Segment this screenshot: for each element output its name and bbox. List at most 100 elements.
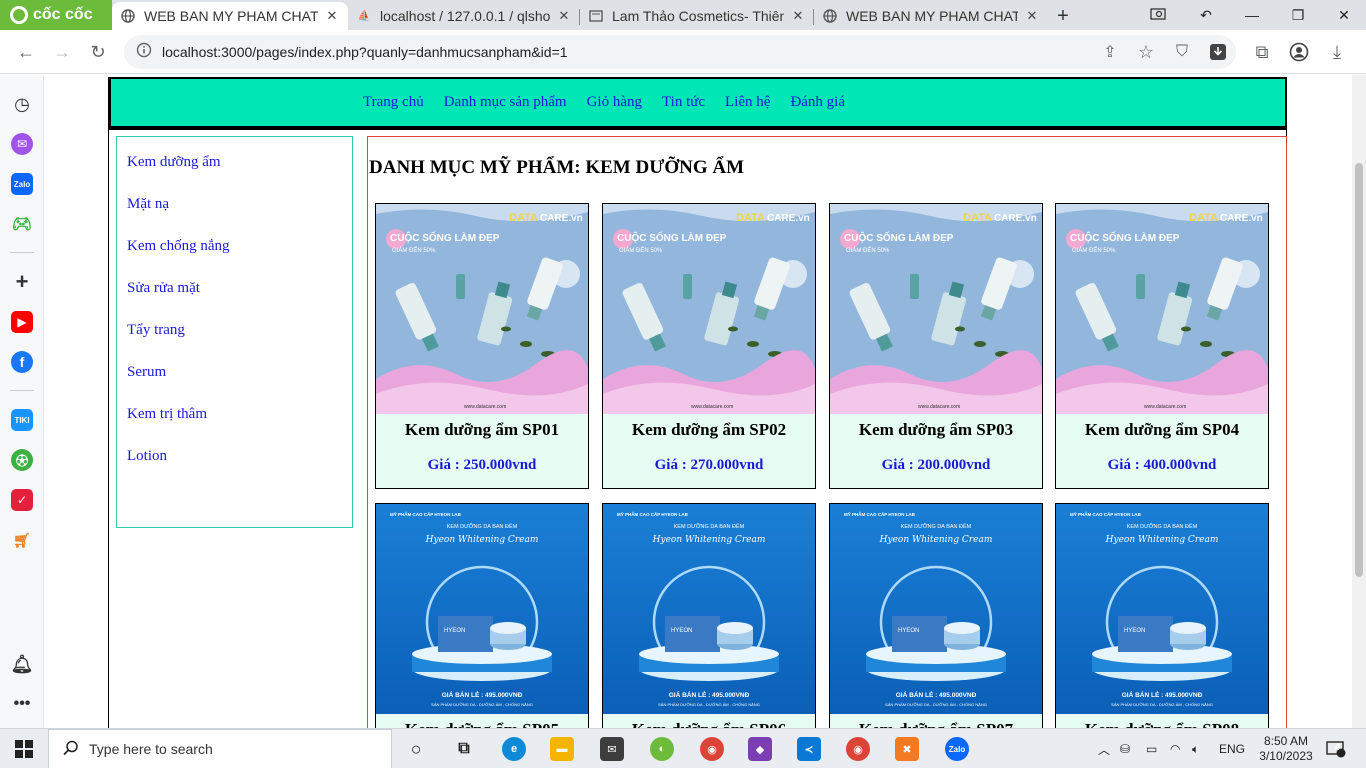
notification-bell-icon[interactable]: 🔔︎	[11, 653, 34, 675]
tab-back-icon[interactable]: ↶	[1192, 0, 1220, 30]
product-name[interactable]: Kem dưỡng ẩm SP04	[1056, 420, 1268, 440]
product-image[interactable]: DATA CARE.vn CUỘC SỐNG LÀM ĐẸP GIẢM ĐẾN 50%…	[603, 204, 815, 414]
category-link[interactable]: Kem trị thâm	[117, 403, 352, 445]
chrome-profile-icon[interactable]: ◉	[846, 737, 870, 761]
product-name[interactable]: Kem dưỡng ẩm SP08	[1056, 720, 1268, 728]
product-image[interactable]: MỸ PHẨM CAO CẤP HYEON LAB KEM DƯỠNG DA BA…	[1056, 504, 1268, 714]
category-link[interactable]: Mặt nạ	[117, 193, 352, 235]
reload-icon[interactable]: ↻	[84, 38, 112, 66]
zalo-icon[interactable]: Zalo	[11, 173, 33, 195]
tab-phpmyadmin[interactable]: ⛵ localhost / 127.0.0.1 / qlshop ✕	[348, 2, 580, 30]
product-name[interactable]: Kem dưỡng ẩm SP05	[376, 720, 588, 728]
product-image[interactable]: DATA CARE.vn CUỘC SỐNG LÀM ĐẸP GIẢM ĐẾN 50%…	[1056, 204, 1268, 414]
facebook-icon[interactable]: f	[11, 351, 33, 373]
category-link[interactable]: Tẩy trang	[117, 319, 352, 361]
tray-battery-icon[interactable]: ▭	[1146, 729, 1157, 768]
nav-lien-he[interactable]: Liên hệ	[725, 94, 770, 111]
tab-web-ban[interactable]: WEB BAN MY PHAM CHAT L ✕	[814, 2, 1048, 30]
product-image[interactable]: MỸ PHẨM CAO CẤP HYEON LAB KEM DƯỠNG DA BA…	[376, 504, 588, 714]
category-link[interactable]: Sửa rửa mặt	[117, 277, 352, 319]
nav-tin-tuc[interactable]: Tin tức	[662, 94, 705, 111]
product-card[interactable]: DATA CARE.vn CUỘC SỐNG LÀM ĐẸP GIẢM ĐẾN 50%…	[1055, 203, 1269, 489]
address-bar[interactable]: localhost:3000/pages/index.php?quanly=da…	[124, 35, 1236, 69]
product-card[interactable]: DATA CARE.vn CUỘC SỐNG LÀM ĐẸP GIẢM ĐẾN 50%…	[829, 203, 1043, 489]
product-card[interactable]: DATA CARE.vn CUỘC SỐNG LÀM ĐẸP GIẢM ĐẾN 50%…	[602, 203, 816, 489]
bookmark-star-icon[interactable]: ☆	[1132, 38, 1160, 66]
product-image[interactable]: DATA CARE.vn CUỘC SỐNG LÀM ĐẸP GIẢM ĐẾN 50%…	[376, 204, 588, 414]
game-icon[interactable]: 🎮︎	[11, 213, 33, 235]
messenger-icon[interactable]: ✉	[11, 133, 33, 155]
tab-close-icon[interactable]: ✕	[790, 8, 806, 24]
visual-studio-icon[interactable]: ◆	[748, 737, 772, 761]
zalo-taskbar-icon[interactable]: Zalo	[945, 737, 969, 761]
product-name[interactable]: Kem dưỡng ẩm SP02	[603, 420, 815, 440]
scrollbar-thumb[interactable]	[1355, 163, 1363, 577]
info-icon[interactable]	[136, 42, 152, 63]
category-link[interactable]: Kem chống nắng	[117, 235, 352, 277]
nav-trang-chu[interactable]: Trang chủ	[363, 94, 424, 111]
mail-icon[interactable]: ✉	[600, 737, 624, 761]
downloads-icon[interactable]: ⤓	[1323, 38, 1351, 66]
page-scrollbar[interactable]	[1352, 75, 1366, 728]
profile-icon[interactable]	[1285, 38, 1313, 66]
tray-wifi-icon[interactable]: ◠	[1170, 729, 1180, 768]
product-name[interactable]: Kem dưỡng ẩm SP07	[830, 720, 1042, 728]
product-image[interactable]: MỸ PHẨM CAO CẤP HYEON LAB KEM DƯỠNG DA BA…	[830, 504, 1042, 714]
tab-close-icon[interactable]: ✕	[1024, 8, 1040, 24]
product-card[interactable]: MỸ PHẨM CAO CẤP HYEON LAB KEM DƯỠNG DA BA…	[1055, 503, 1269, 728]
check-app-icon[interactable]: ✓	[11, 489, 33, 511]
product-name[interactable]: Kem dưỡng ẩm SP01	[376, 420, 588, 440]
coccoc-logo[interactable]: cốc cốc	[0, 0, 112, 30]
share-icon[interactable]: ⇪	[1096, 38, 1124, 66]
file-explorer-icon[interactable]: ▬	[550, 737, 574, 761]
nav-gio-hang[interactable]: Giỏ hàng	[587, 94, 642, 111]
product-card[interactable]: MỸ PHẨM CAO CẤP HYEON LAB KEM DƯỠNG DA BA…	[375, 503, 589, 728]
add-icon[interactable]: +	[11, 269, 33, 294]
football-icon[interactable]: ⚽︎	[11, 449, 33, 471]
tray-volume-icon[interactable]: 🔈︎	[1192, 729, 1199, 768]
shopping-icon[interactable]: 🛒︎	[11, 529, 33, 551]
tray-language[interactable]: ENG	[1219, 729, 1245, 768]
vscode-icon[interactable]: ≺	[797, 737, 821, 761]
window-close-icon[interactable]: ✕	[1324, 0, 1364, 30]
cortana-icon[interactable]: ○	[404, 737, 428, 761]
product-image[interactable]: DATA CARE.vn CUỘC SỐNG LÀM ĐẸP GIẢM ĐẾN 50%…	[830, 204, 1042, 414]
forward-arrow-icon[interactable]: →	[48, 38, 76, 66]
category-link[interactable]: Kem dưỡng ẩm	[117, 151, 352, 193]
product-name[interactable]: Kem dưỡng ẩm SP06	[603, 720, 815, 728]
tray-network-icon[interactable]: ⛁	[1120, 729, 1130, 768]
back-arrow-icon[interactable]: ←	[12, 38, 40, 66]
task-view-icon[interactable]: ⧉	[452, 737, 476, 761]
tiki-icon[interactable]: TIKI	[11, 409, 33, 431]
product-card[interactable]: DATA CARE.vn CUỘC SỐNG LÀM ĐẸP GIẢM ĐẾN 50%…	[375, 203, 589, 489]
coccoc-taskbar-icon[interactable]: ◐	[650, 737, 674, 761]
tray-chevron-icon[interactable]: ︿	[1098, 729, 1110, 768]
history-icon[interactable]: ◷	[11, 93, 33, 115]
taskbar-search[interactable]: Type here to search	[48, 729, 392, 768]
restore-icon[interactable]: ❐	[1278, 0, 1318, 30]
shield-icon[interactable]: ⛉	[1168, 38, 1196, 66]
nav-danh-gia[interactable]: Đánh giá	[790, 94, 845, 111]
category-link[interactable]: Serum	[117, 361, 352, 403]
tab-lam-thao[interactable]: Lam Thảo Cosmetics- Thiên ✕	[580, 2, 814, 30]
minimize-icon[interactable]: —	[1232, 0, 1272, 30]
edge-icon[interactable]: e	[502, 737, 526, 761]
xampp-icon[interactable]: ✖	[895, 737, 919, 761]
tab-close-icon[interactable]: ✕	[556, 8, 572, 24]
tray-clock[interactable]: 8:50 AM 3/10/2023	[1256, 729, 1316, 768]
more-icon[interactable]: •••	[11, 693, 33, 715]
extensions-icon[interactable]: ⧉	[1248, 38, 1276, 66]
action-center-icon[interactable]: 4	[1324, 729, 1348, 768]
new-tab-button[interactable]: +	[1048, 2, 1078, 30]
tab-close-icon[interactable]: ✕	[324, 8, 340, 24]
product-name[interactable]: Kem dưỡng ẩm SP03	[830, 420, 1042, 440]
windows-start-icon[interactable]	[12, 737, 36, 761]
product-image[interactable]: MỸ PHẨM CAO CẤP HYEON LAB KEM DƯỠNG DA BA…	[603, 504, 815, 714]
download-page-icon[interactable]	[1204, 38, 1232, 66]
tab-active[interactable]: WEB BAN MY PHAM CHAT L ✕	[112, 2, 348, 30]
tab-search-icon[interactable]	[1144, 0, 1172, 30]
nav-danh-muc-san-pham[interactable]: Danh mục sản phẩm	[444, 94, 567, 111]
category-link[interactable]: Lotion	[117, 445, 352, 487]
chrome-icon[interactable]: ◉	[700, 737, 724, 761]
youtube-icon[interactable]: ▶	[11, 311, 33, 333]
